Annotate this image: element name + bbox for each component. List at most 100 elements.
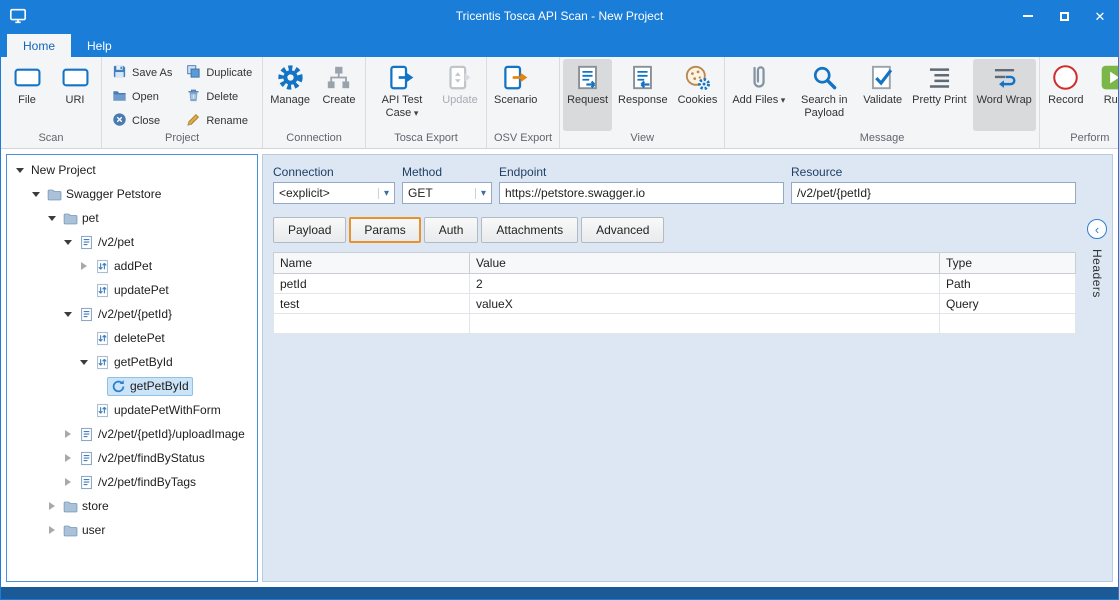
app-icon	[9, 7, 27, 25]
tree-item-getpetbyid[interactable]: getPetById	[7, 350, 257, 374]
record-button[interactable]: Record	[1043, 59, 1089, 131]
request-button[interactable]: Request	[563, 59, 612, 131]
validate-button[interactable]: Validate	[859, 59, 906, 131]
ribbon-group-scan: FileURIScan	[1, 57, 102, 148]
tree-item-getpetbyid[interactable]: getPetById	[7, 374, 257, 398]
pretty-print-icon	[926, 63, 953, 91]
tree-item-label: New Project	[31, 163, 96, 177]
manage-button[interactable]: Manage	[266, 59, 314, 131]
expander-collapsed-icon[interactable]	[45, 526, 59, 534]
close-button[interactable]: Close	[107, 111, 177, 129]
table-cell[interactable]	[470, 314, 940, 334]
status-bar	[1, 587, 1118, 599]
expander-collapsed-icon[interactable]	[61, 430, 75, 438]
method-field: Method GET ▾	[402, 165, 492, 204]
tree-item-deletepet[interactable]: deletePet	[7, 326, 257, 350]
update-button[interactable]: Update	[437, 59, 483, 131]
expander-expanded-icon[interactable]	[29, 187, 43, 201]
search-in-payload-button[interactable]: Search in Payload	[791, 59, 857, 131]
expander-collapsed-icon[interactable]	[45, 502, 59, 510]
tree-item-v2-pet-petid-uploadimage[interactable]: /v2/pet/{petId}/uploadImage	[7, 422, 257, 446]
save-as-button[interactable]: Save As	[107, 63, 177, 81]
resource-input[interactable]	[791, 182, 1076, 204]
group-buttons: Add Files ▾Search in PayloadValidatePret…	[728, 59, 1035, 131]
expander-expanded-icon[interactable]	[61, 307, 75, 321]
expander-collapsed-icon[interactable]	[61, 478, 75, 486]
pretty-print-button[interactable]: Pretty Print	[908, 59, 970, 131]
tree-item-label: updatePetWithForm	[114, 403, 221, 417]
tab-home[interactable]: Home	[7, 34, 71, 57]
table-row	[274, 314, 1076, 334]
expander-expanded-icon[interactable]	[13, 163, 27, 177]
delete-button[interactable]: Delete	[181, 87, 257, 105]
expander-collapsed-icon[interactable]	[77, 262, 91, 270]
minimize-button[interactable]	[1010, 1, 1046, 31]
column-header-name[interactable]: Name	[274, 253, 470, 274]
tree-item-pet[interactable]: pet	[7, 206, 257, 230]
button-label: Save As	[132, 67, 172, 80]
tree-item-store[interactable]: store	[7, 494, 257, 518]
app-window: Tricentis Tosca API Scan - New Project ✕…	[0, 0, 1119, 600]
table-cell[interactable]: petId	[274, 274, 470, 294]
table-cell[interactable]: valueX	[470, 294, 940, 314]
connection-label: Connection	[273, 165, 395, 179]
expander-expanded-icon[interactable]	[45, 211, 59, 225]
method-select[interactable]: GET ▾	[402, 182, 492, 204]
tree-item-new-project[interactable]: New Project	[7, 158, 257, 182]
expander-expanded-icon[interactable]	[77, 355, 91, 369]
headers-tab[interactable]: Headers	[1090, 249, 1104, 298]
create-button[interactable]: Create	[316, 59, 362, 131]
cookies-button[interactable]: Cookies	[674, 59, 722, 131]
run-button[interactable]: Run	[1091, 59, 1118, 131]
table-cell[interactable]: Query	[940, 294, 1076, 314]
add-files-button[interactable]: Add Files ▾	[728, 59, 789, 131]
file-button[interactable]: File	[4, 59, 50, 131]
api-test-case-button[interactable]: API Test Case ▾	[369, 59, 435, 131]
close-button[interactable]: ✕	[1082, 1, 1118, 31]
tab-payload[interactable]: Payload	[273, 217, 346, 243]
rename-button[interactable]: Rename	[181, 111, 257, 129]
tree-item-swagger-petstore[interactable]: Swagger Petstore	[7, 182, 257, 206]
update-icon	[446, 63, 473, 91]
table-cell[interactable]: test	[274, 294, 470, 314]
maximize-button[interactable]	[1046, 1, 1082, 31]
tree-item-user[interactable]: user	[7, 518, 257, 542]
ribbon-group-label: Message	[728, 131, 1035, 148]
tree-item-v2-pet-findbytags[interactable]: /v2/pet/findByTags	[7, 470, 257, 494]
table-cell[interactable]	[274, 314, 470, 334]
column-header-value[interactable]: Value	[470, 253, 940, 274]
response-button[interactable]: Response	[614, 59, 672, 131]
scenario-button[interactable]: Scenario	[490, 59, 541, 131]
tree-item-updatepetwithform[interactable]: updatePetWithForm	[7, 398, 257, 422]
endpoint-input[interactable]	[499, 182, 784, 204]
tree-item-content: /v2/pet/{petId}	[75, 305, 176, 324]
table-cell[interactable]: 2	[470, 274, 940, 294]
column-header-type[interactable]: Type	[940, 253, 1076, 274]
tree-item-content: New Project	[27, 161, 100, 179]
tree-item-updatepet[interactable]: updatePet	[7, 278, 257, 302]
tree-item-v2-pet[interactable]: /v2/pet	[7, 230, 257, 254]
minimize-icon	[1023, 15, 1033, 17]
tab-params[interactable]: Params	[349, 217, 420, 243]
connection-field: Connection <explicit> ▾	[273, 165, 395, 204]
close-circle-icon	[112, 112, 127, 127]
uri-button[interactable]: URI	[52, 59, 98, 131]
tree-item-v2-pet-petid[interactable]: /v2/pet/{petId}	[7, 302, 257, 326]
duplicate-button[interactable]: Duplicate	[181, 63, 257, 81]
open-button[interactable]: Open	[107, 87, 177, 105]
table-cell[interactable]	[940, 314, 1076, 334]
tab-attachments[interactable]: Attachments	[481, 217, 578, 243]
expander-expanded-icon[interactable]	[61, 235, 75, 249]
expander-collapsed-icon[interactable]	[61, 454, 75, 462]
tree-item-v2-pet-findbystatus[interactable]: /v2/pet/findByStatus	[7, 446, 257, 470]
button-label: URI	[66, 94, 85, 107]
word-wrap-button[interactable]: Word Wrap	[973, 59, 1036, 131]
tab-advanced[interactable]: Advanced	[581, 217, 664, 243]
table-cell[interactable]: Path	[940, 274, 1076, 294]
collapse-headers-button[interactable]: ‹	[1087, 219, 1107, 239]
tab-auth[interactable]: Auth	[424, 217, 479, 243]
connection-select[interactable]: <explicit> ▾	[273, 182, 395, 204]
tree-item-content: pet	[59, 209, 103, 228]
tree-item-addpet[interactable]: addPet	[7, 254, 257, 278]
tab-help[interactable]: Help	[71, 34, 128, 57]
